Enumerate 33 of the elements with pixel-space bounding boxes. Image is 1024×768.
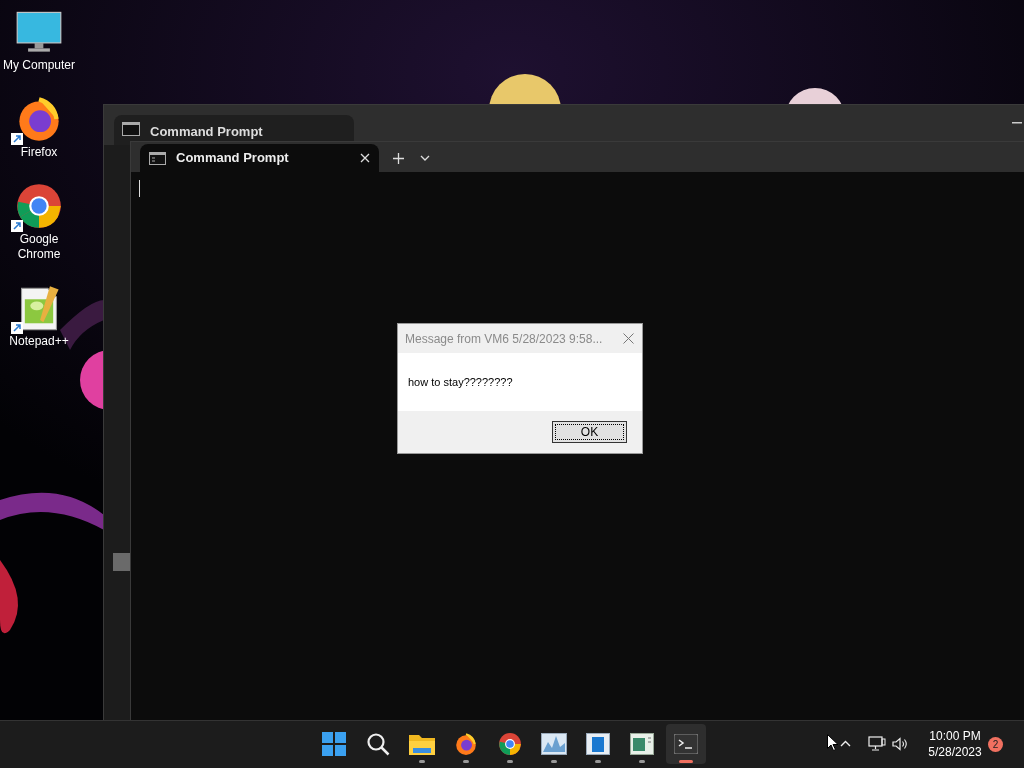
plus-icon[interactable] — [393, 152, 404, 164]
minimize-icon[interactable] — [1012, 122, 1022, 124]
icon-label[interactable]: Google Chrome — [7, 232, 71, 262]
app-window-icon — [586, 733, 610, 755]
message-text: how to stay???????? — [408, 374, 513, 390]
terminal-icon — [674, 734, 698, 754]
scrollbar-thumb[interactable] — [113, 553, 131, 571]
network-icon[interactable] — [868, 736, 886, 752]
dialog-title: Message from VM6 5/28/2023 9:58... — [405, 330, 603, 348]
chrome-icon — [498, 732, 522, 756]
tab-title: Command Prompt — [176, 149, 290, 168]
fox-globe-icon — [454, 732, 478, 756]
mouse-pointer-icon — [827, 734, 838, 751]
terminal-icon — [149, 151, 166, 165]
terminal-icon — [122, 122, 140, 136]
document-window-icon — [630, 733, 654, 755]
chart-window-icon — [541, 733, 567, 755]
notification-badge[interactable]: 2 — [988, 737, 1003, 752]
chevron-down-icon[interactable] — [420, 155, 430, 161]
clock-time[interactable]: 10:00 PM — [929, 728, 981, 744]
text-cursor — [139, 180, 140, 197]
windows-logo-icon — [322, 732, 346, 756]
folder-icon — [409, 733, 435, 755]
icon-label[interactable]: Firefox — [7, 145, 71, 160]
search-icon — [366, 732, 390, 756]
clock-date[interactable]: 5/28/2023 — [928, 744, 982, 760]
tab-title: Command Prompt — [150, 123, 263, 141]
icon-label[interactable]: My Computer — [3, 58, 75, 73]
tab[interactable]: Command Prompt — [140, 144, 379, 172]
ok-button[interactable]: OK — [552, 421, 627, 443]
icon-label[interactable]: Notepad++ — [7, 334, 71, 349]
volume-icon[interactable] — [892, 737, 908, 751]
chevron-up-icon[interactable] — [840, 740, 851, 747]
